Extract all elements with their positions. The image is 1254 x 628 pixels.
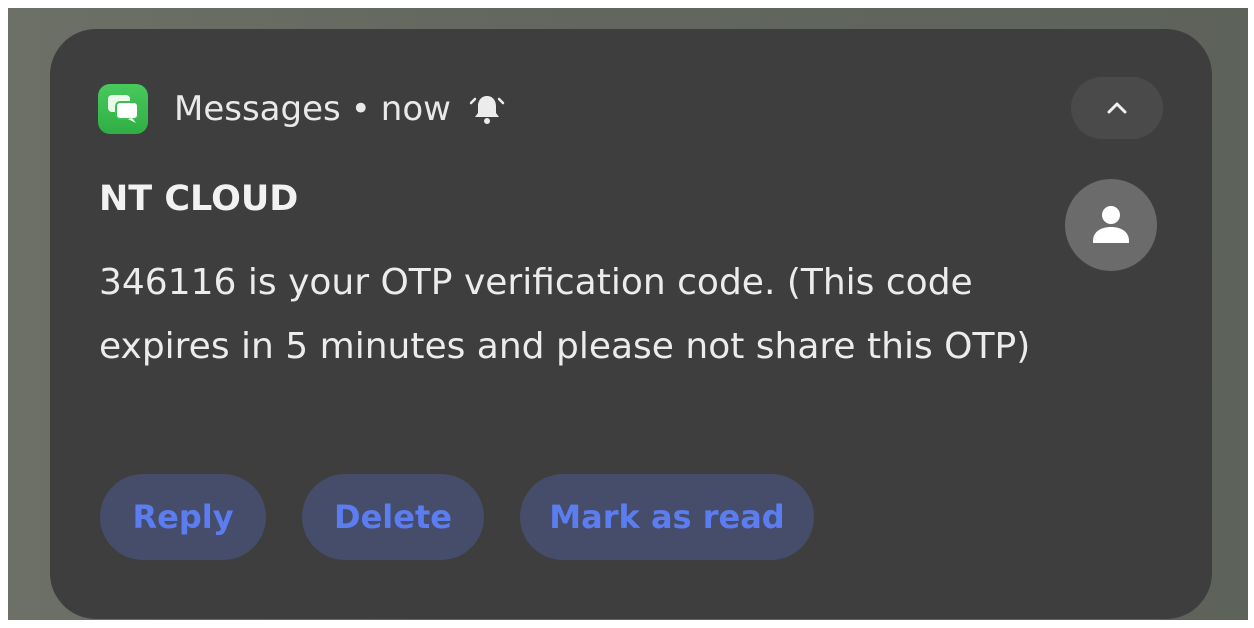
message-body: 346116 is your OTP verification code. (T… (99, 262, 1031, 367)
person-icon (1093, 206, 1129, 243)
messages-app-icon (98, 84, 148, 134)
reply-button[interactable]: Reply (100, 474, 266, 560)
notification-header: Messages • now (98, 84, 505, 134)
notification-actions: Reply Delete Mark as read (100, 474, 814, 560)
app-name: Messages (174, 89, 341, 129)
avatar[interactable] (1065, 179, 1157, 271)
chevron-up-icon (1107, 102, 1127, 114)
notification-card[interactable]: Messages • now NT CLOUD 346116 is your O… (50, 29, 1212, 619)
alert-bell-icon (469, 91, 505, 127)
mark-as-read-button[interactable]: Mark as read (520, 474, 814, 560)
notification-time: now (380, 89, 451, 129)
collapse-button[interactable] (1071, 77, 1163, 139)
delete-button[interactable]: Delete (302, 474, 484, 560)
header-separator: • (350, 89, 371, 129)
sender-name: NT CLOUD (99, 179, 299, 219)
